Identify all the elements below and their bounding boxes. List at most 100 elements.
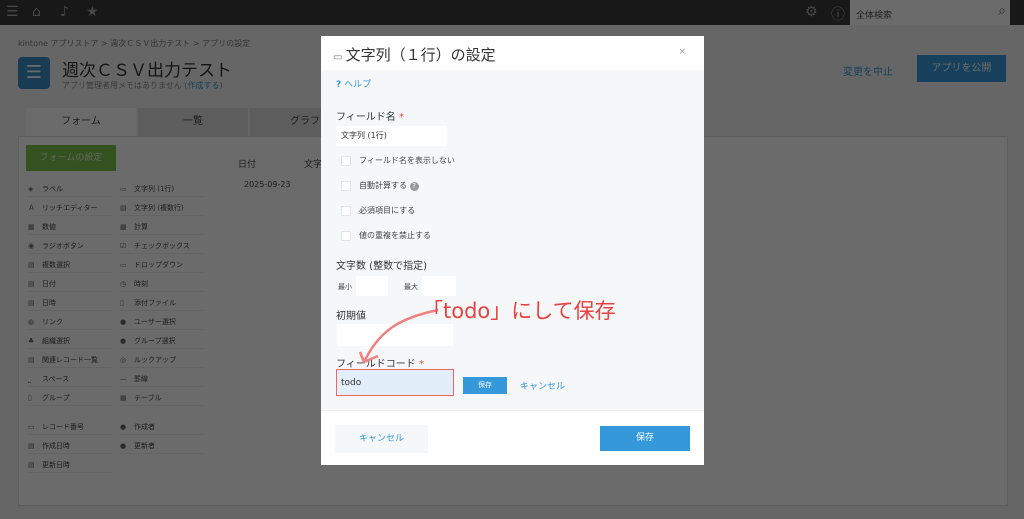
palette-item[interactable]: ▭ ドロップダウン <box>120 257 204 273</box>
field-type-icon: ◈ <box>28 185 34 193</box>
help-icon[interactable]: ⓘ <box>831 4 845 24</box>
palette-item[interactable]: ● ユーザー選択 <box>120 314 204 330</box>
field-type-icon: ▯ <box>28 394 32 402</box>
preview-text-label: 文字 <box>304 160 323 170</box>
search-input[interactable]: 全体検索 ⌕ <box>850 0 1010 25</box>
palette-item[interactable]: ▤ 複数選択 <box>28 257 112 273</box>
palette-item-label: 文字列 (1行) <box>134 185 175 193</box>
palette-item-label: 時刻 <box>134 280 148 288</box>
palette-item[interactable]: ◉ ラジオボタン <box>28 238 112 254</box>
palette-item-label: 日時 <box>42 299 56 307</box>
app-memo: アプリ管理者用メモはありません (作成する) <box>62 81 223 90</box>
field-code-save-button[interactable]: 保存 <box>463 377 507 394</box>
field-code-label: フィールドコード * <box>336 359 424 370</box>
palette-item[interactable]: ◍ リンク <box>28 314 112 330</box>
field-type-icon: ● <box>120 422 127 431</box>
field-type-icon: ▦ <box>120 394 127 402</box>
palette-item[interactable]: ▤ 作成日時 <box>28 438 112 454</box>
preview-date-label: 日付 <box>238 160 257 170</box>
palette-item[interactable]: — 罫線 <box>120 371 204 387</box>
palette-item-label: 作成日時 <box>42 441 70 450</box>
palette-item[interactable]: ♣ 組織選択 <box>28 333 112 349</box>
palette-item[interactable]: ▯ 添付ファイル <box>120 295 204 311</box>
breadcrumb-item: アプリの設定 <box>202 39 251 48</box>
search-icon[interactable]: ⌕ <box>998 3 1006 19</box>
breadcrumb-item[interactable]: kintone アプリストア <box>18 39 99 48</box>
palette-item-label: ラベル <box>42 185 63 193</box>
palette-item[interactable]: ▤ 文字列 (複数行) <box>120 200 204 216</box>
memo-create-link[interactable]: 作成する <box>187 81 219 90</box>
palette-item-label: 添付ファイル <box>134 299 176 307</box>
palette-item[interactable]: ▤ 更新日時 <box>28 457 112 473</box>
palette-item[interactable]: ⎵ スペース <box>28 371 112 387</box>
palette-item-label: レコード番号 <box>42 422 84 431</box>
max-input[interactable] <box>422 276 456 296</box>
field-type-icon: ◎ <box>120 356 127 364</box>
palette-item[interactable]: ▦ 計算 <box>120 219 204 235</box>
palette-item[interactable]: ▦ テーブル <box>120 390 204 406</box>
tab-form[interactable]: フォーム <box>26 108 136 136</box>
home-icon[interactable]: ⌂ <box>32 4 41 20</box>
field-code-input[interactable]: todo <box>336 369 454 396</box>
palette-item[interactable]: ◷ 時刻 <box>120 276 204 292</box>
field-name-input[interactable]: 文字列 (1行) <box>336 126 447 146</box>
memo-text: アプリ管理者用メモはありません <box>62 81 182 90</box>
app-title: 週次ＣＳＶ出力テスト <box>62 61 232 81</box>
palette-item-label: グループ選択 <box>134 337 176 345</box>
close-icon[interactable]: × <box>678 47 686 57</box>
field-code-cancel-link[interactable]: キャンセル <box>520 379 565 392</box>
star-icon[interactable]: ★ <box>86 4 99 20</box>
cancel-button[interactable]: キャンセル <box>335 425 428 453</box>
help-link[interactable]: ? ヘルプ <box>336 77 371 90</box>
dialog-header: ▭ 文字列（１行）の設定 × <box>321 36 704 70</box>
palette-item[interactable]: ● 更新者 <box>120 438 204 454</box>
palette-item[interactable]: ▭ レコード番号 <box>28 419 112 435</box>
palette-item[interactable]: ▤ 日時 <box>28 295 112 311</box>
palette-item[interactable]: ◎ ルックアップ <box>120 352 204 368</box>
hide-field-name-checkbox[interactable]: フィールド名を表示しない <box>341 154 455 168</box>
palette-item-label: 罫線 <box>134 375 148 383</box>
required-checkbox[interactable]: 必須項目にする <box>341 204 415 218</box>
menu-icon[interactable]: ☰ <box>6 4 19 20</box>
palette-item-label: 更新者 <box>134 441 155 450</box>
breadcrumb: kintone アプリストア > 週次ＣＳＶ出力テスト > アプリの設定 <box>18 39 251 48</box>
palette-item[interactable]: ● グループ選択 <box>120 333 204 349</box>
palette-item[interactable]: ▯ グループ <box>28 390 112 406</box>
min-input[interactable] <box>356 276 388 296</box>
palette-item-label: 組織選択 <box>42 337 70 345</box>
palette-item[interactable]: ▤ 日付 <box>28 276 112 292</box>
palette-item[interactable]: ☑ チェックボックス <box>120 238 204 254</box>
breadcrumb-item[interactable]: 週次ＣＳＶ出力テスト <box>110 39 190 48</box>
publish-app-button[interactable]: アプリを公開 <box>917 55 1006 82</box>
field-type-icon: ◷ <box>120 280 127 288</box>
palette-item[interactable]: ▦ 数値 <box>28 219 112 235</box>
field-type-icon: ▤ <box>28 356 35 364</box>
palette-item-label: ルックアップ <box>134 356 176 364</box>
cancel-changes-link[interactable]: 変更を中止 <box>843 63 893 78</box>
search-placeholder: 全体検索 <box>856 11 893 21</box>
palette-item[interactable]: Ａ リッチエディター <box>28 200 112 216</box>
palette-item[interactable]: ◈ ラベル <box>28 181 112 197</box>
palette-item-label: 数値 <box>42 223 56 231</box>
default-value-input[interactable] <box>337 324 453 346</box>
field-type-icon: ▭ <box>120 261 127 269</box>
palette-item[interactable]: ● 作成者 <box>120 419 204 435</box>
question-icon[interactable]: ? <box>409 182 419 191</box>
field-type-icon: ▦ <box>28 223 35 231</box>
palette-item[interactable]: ▭ 文字列 (1行) <box>120 181 204 197</box>
form-settings-button[interactable]: フォームの設定 <box>26 145 116 171</box>
gear-icon[interactable]: ⚙ <box>805 4 818 20</box>
field-type-icon: ▤ <box>28 280 35 288</box>
unique-checkbox[interactable]: 値の重複を禁止する <box>341 229 431 243</box>
bell-icon[interactable]: ♪ <box>60 4 69 20</box>
tab-list[interactable]: 一覧 <box>138 108 248 136</box>
palette-item[interactable]: ▤ 関連レコード一覧 <box>28 352 112 368</box>
field-type-icon: ◍ <box>28 318 35 326</box>
palette-item-label: 更新日時 <box>42 460 70 469</box>
field-type-icon: ⎵ <box>28 375 31 383</box>
auto-calc-checkbox[interactable]: 自動計算する ? <box>341 179 419 193</box>
palette-item-label: グループ <box>42 394 70 402</box>
field-type-icon: — <box>120 375 127 383</box>
save-button[interactable]: 保存 <box>600 426 690 451</box>
palette-item-label: チェックボックス <box>134 242 190 250</box>
